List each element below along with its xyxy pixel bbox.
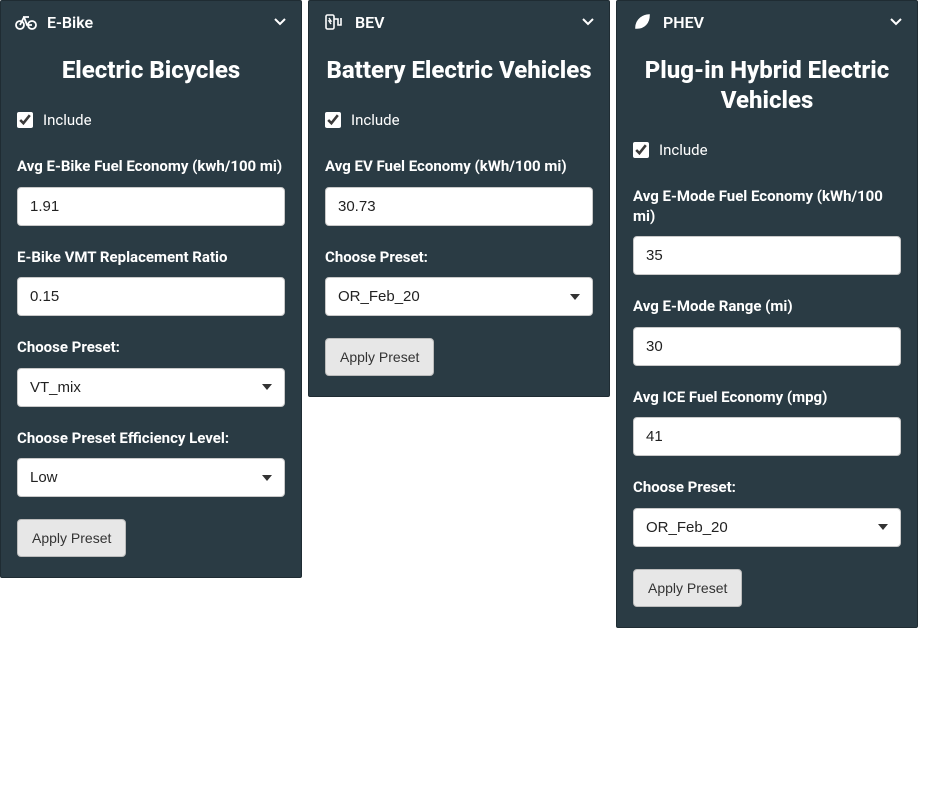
field-vmt-ratio: E-Bike VMT Replacement Ratio — [17, 248, 285, 317]
vmt-ratio-input[interactable] — [17, 277, 285, 316]
ev-charger-icon — [323, 11, 345, 33]
panel-tab-label: E-Bike — [47, 13, 93, 32]
panel-body-bev: Battery Electric Vehicles Include Avg EV… — [309, 41, 609, 396]
leaf-icon — [631, 11, 653, 33]
field-fuel-economy: Avg E-Bike Fuel Economy (kwh/100 mi) — [17, 157, 285, 226]
chevron-down-icon — [581, 14, 595, 28]
field-label: Avg E-Mode Range (mi) — [633, 297, 901, 317]
panel-tab-label: PHEV — [663, 13, 704, 32]
field-preset: Choose Preset: OR_Feb_20 — [633, 478, 901, 547]
include-label: Include — [43, 111, 92, 129]
field-label: Avg EV Fuel Economy (kWh/100 mi) — [325, 157, 593, 177]
panel-header-bev[interactable]: BEV — [309, 1, 609, 41]
field-preset: Choose Preset: VT_mix — [17, 338, 285, 407]
panel-title: Plug-in Hybrid Electric Vehicles — [633, 55, 901, 115]
field-label: E-Bike VMT Replacement Ratio — [17, 248, 285, 268]
include-checkbox[interactable] — [17, 112, 33, 128]
field-ice-economy: Avg ICE Fuel Economy (mpg) — [633, 388, 901, 457]
include-label: Include — [659, 141, 708, 159]
panel-body-ebike: Electric Bicycles Include Avg E-Bike Fue… — [1, 41, 301, 577]
include-row[interactable]: Include — [633, 141, 901, 159]
select-wrap: Low — [17, 458, 285, 497]
select-wrap: OR_Feb_20 — [633, 508, 901, 547]
panel-title: Electric Bicycles — [17, 55, 285, 85]
select-wrap: VT_mix — [17, 368, 285, 407]
fuel-economy-input[interactable] — [325, 187, 593, 226]
chevron-down-icon — [889, 14, 903, 28]
chevron-down-icon — [273, 14, 287, 28]
field-emode-range: Avg E-Mode Range (mi) — [633, 297, 901, 366]
apply-preset-button[interactable]: Apply Preset — [17, 519, 126, 557]
efficiency-select[interactable]: Low — [17, 458, 285, 497]
include-row[interactable]: Include — [17, 111, 285, 129]
fuel-economy-input[interactable] — [17, 187, 285, 226]
field-label: Choose Preset: — [633, 478, 901, 498]
panel-ebike: E-Bike Electric Bicycles Include Avg E-B… — [0, 0, 302, 578]
panel-phev: PHEV Plug-in Hybrid Electric Vehicles In… — [616, 0, 918, 628]
include-label: Include — [351, 111, 400, 129]
panel-body-phev: Plug-in Hybrid Electric Vehicles Include… — [617, 41, 917, 627]
panel-bev: BEV Battery Electric Vehicles Include Av… — [308, 0, 610, 397]
emode-economy-input[interactable] — [633, 236, 901, 275]
panel-title: Battery Electric Vehicles — [325, 55, 593, 85]
field-label: Avg E-Bike Fuel Economy (kwh/100 mi) — [17, 157, 285, 177]
preset-select[interactable]: OR_Feb_20 — [325, 277, 593, 316]
preset-select[interactable]: VT_mix — [17, 368, 285, 407]
include-checkbox[interactable] — [633, 142, 649, 158]
panel-tab-label: BEV — [355, 13, 385, 32]
emode-range-input[interactable] — [633, 327, 901, 366]
field-fuel-economy: Avg EV Fuel Economy (kWh/100 mi) — [325, 157, 593, 226]
field-preset: Choose Preset: OR_Feb_20 — [325, 248, 593, 317]
field-efficiency-level: Choose Preset Efficiency Level: Low — [17, 429, 285, 498]
field-emode-economy: Avg E-Mode Fuel Economy (kWh/100 mi) — [633, 187, 901, 275]
ice-economy-input[interactable] — [633, 417, 901, 456]
apply-preset-button[interactable]: Apply Preset — [633, 569, 742, 607]
bicycle-icon — [15, 11, 37, 33]
field-label: Choose Preset: — [325, 248, 593, 268]
field-label: Choose Preset: — [17, 338, 285, 358]
panel-header-phev[interactable]: PHEV — [617, 1, 917, 41]
field-label: Choose Preset Efficiency Level: — [17, 429, 285, 449]
select-wrap: OR_Feb_20 — [325, 277, 593, 316]
field-label: Avg ICE Fuel Economy (mpg) — [633, 388, 901, 408]
include-row[interactable]: Include — [325, 111, 593, 129]
apply-preset-button[interactable]: Apply Preset — [325, 338, 434, 376]
include-checkbox[interactable] — [325, 112, 341, 128]
preset-select[interactable]: OR_Feb_20 — [633, 508, 901, 547]
field-label: Avg E-Mode Fuel Economy (kWh/100 mi) — [633, 187, 901, 226]
panel-header-ebike[interactable]: E-Bike — [1, 1, 301, 41]
